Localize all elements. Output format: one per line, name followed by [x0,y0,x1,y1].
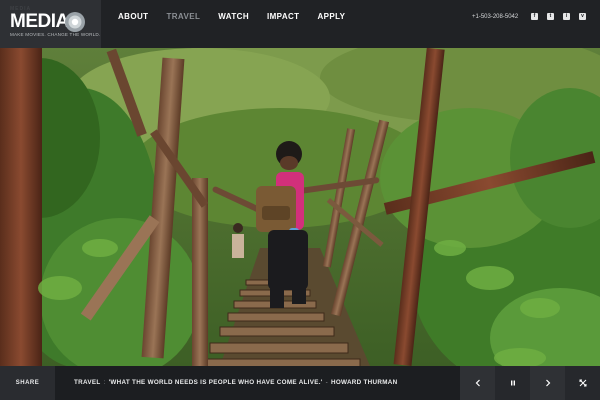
slide-caption: TRAVEL: 'WHAT THE WORLD NEEDS IS PEOPLE W… [74,366,397,400]
caption-author: HOWARD THURMAN [331,379,398,386]
nav-apply[interactable]: APPLY [317,0,345,34]
instagram-icon[interactable]: i [563,13,570,20]
vimeo-icon[interactable]: v [579,13,586,20]
fullscreen-icon [579,379,586,387]
phone-number[interactable]: +1-503-208-5042 [472,0,518,34]
caption-dash: - [325,379,328,386]
top-navigation: MEDIA MEDIA MAKE MOVIES. CHANGE THE WORL… [0,0,600,48]
previous-icon [475,379,480,387]
hero-slide-image[interactable] [0,48,600,366]
next-icon [545,379,550,387]
logo-wordmark: MEDIA [10,11,69,32]
next-slide-button[interactable] [530,366,565,400]
caption-quote: 'WHAT THE WORLD NEEDS IS PEOPLE WHO HAVE… [108,379,323,386]
nav-watch[interactable]: WATCH [218,0,249,34]
nav-about[interactable]: ABOUT [118,0,148,34]
logo-globe-icon [65,12,85,32]
pause-button[interactable] [495,366,530,400]
logo-tagline: MAKE MOVIES. CHANGE THE WORLD. [10,32,101,37]
fullscreen-button[interactable] [565,366,600,400]
nav-impact[interactable]: IMPACT [267,0,299,34]
twitter-icon[interactable]: t [547,13,554,20]
social-links: f t i v [531,13,586,20]
share-button[interactable]: SHARE [0,366,55,400]
brand-logo[interactable]: MEDIA MEDIA MAKE MOVIES. CHANGE THE WORL… [0,0,101,48]
pause-icon [510,380,515,386]
main-nav: ABOUT TRAVEL WATCH IMPACT APPLY [118,0,363,34]
previous-slide-button[interactable] [460,366,495,400]
facebook-icon[interactable]: f [531,13,538,20]
nav-travel[interactable]: TRAVEL [166,0,200,34]
caption-separator: : [103,379,106,386]
slide-caption-bar: SHARE TRAVEL: 'WHAT THE WORLD NEEDS IS PE… [0,366,600,400]
caption-category[interactable]: TRAVEL [74,379,101,386]
hero-photo-illustration [0,48,600,366]
